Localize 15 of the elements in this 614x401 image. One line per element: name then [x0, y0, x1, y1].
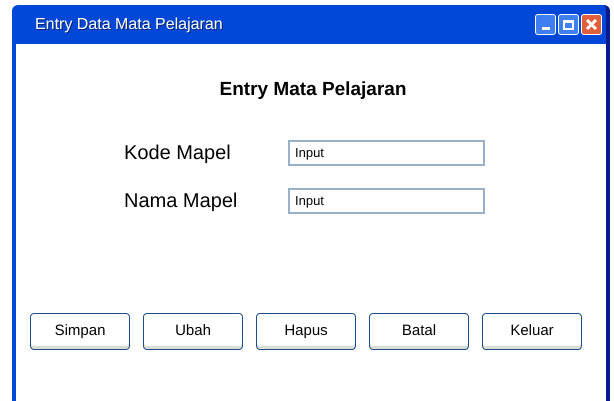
close-button[interactable] — [581, 14, 602, 35]
action-button[interactable]: Simpan — [30, 312, 130, 350]
input-field[interactable]: Input — [288, 140, 485, 166]
close-icon — [585, 18, 598, 31]
form-heading: Entry Mata Pelajaran — [218, 78, 408, 102]
action-button[interactable]: Batal — [369, 312, 469, 350]
maximize-button[interactable] — [558, 14, 579, 35]
field-label: Nama Mapel — [124, 188, 238, 214]
minimize-button[interactable] — [535, 14, 556, 35]
input-field[interactable]: Input — [288, 188, 485, 214]
field-label: Kode Mapel — [124, 140, 232, 166]
action-button[interactable]: Hapus — [256, 312, 356, 350]
action-button[interactable]: Ubah — [143, 312, 243, 350]
action-button[interactable]: Keluar — [482, 312, 582, 350]
window-title: Entry Data Mata Pelajaran — [35, 14, 223, 34]
